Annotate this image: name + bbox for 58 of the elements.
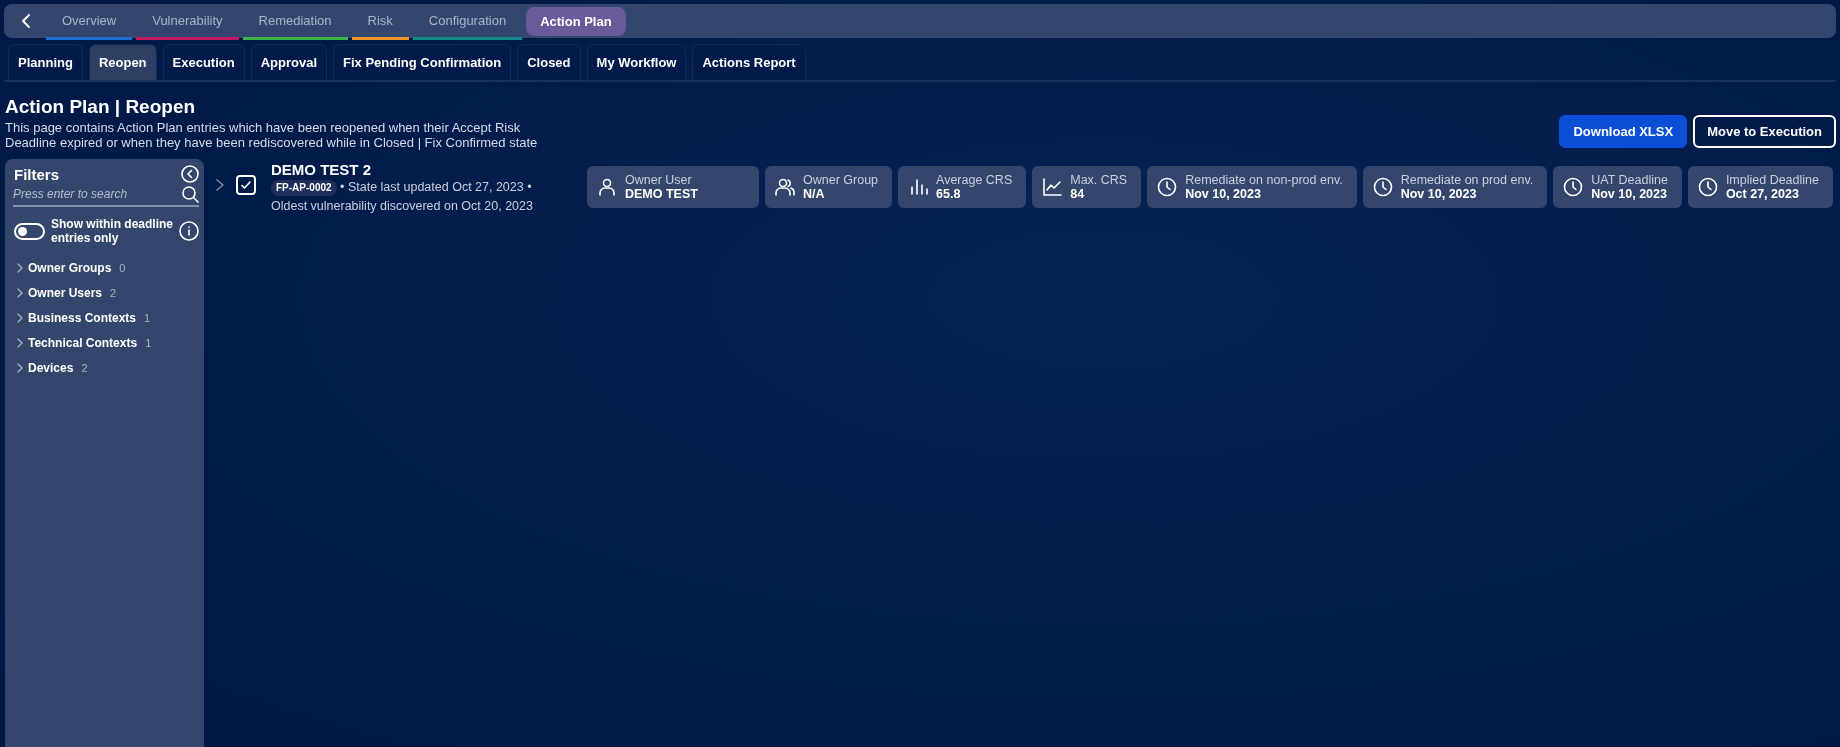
clock-icon [1563,177,1584,197]
stat-card: Implied Deadline Oct 27, 2023 [1687,166,1833,208]
chevron-icon [16,312,24,323]
stat-card: Average CRS 65.8 [898,166,1027,208]
stat-card: UAT Deadline Nov 10, 2023 [1553,166,1682,208]
search-icon[interactable] [182,185,199,203]
sub-tab[interactable]: Actions Report [692,44,806,80]
entry-id: FP-AP-0002 [271,180,337,196]
move-button[interactable]: Move to Execution [1693,115,1836,148]
toggle-label: Show within deadline entries only [51,217,173,245]
expand-chevron-icon[interactable] [214,178,226,192]
download-button[interactable]: Download XLSX [1559,115,1688,148]
sub-tab[interactable]: Reopen [88,44,157,80]
sub-tab[interactable]: Closed [517,44,581,80]
sub-tab[interactable]: Planning [8,44,83,80]
sub-tab[interactable]: Execution [162,44,245,80]
toggle-switch[interactable] [14,222,45,240]
users-icon [775,177,795,197]
chevron-icon [16,337,24,348]
sub-tab[interactable]: My Workflow [586,44,687,80]
nav-tab[interactable]: Risk [351,5,409,40]
stat-card: Max. CRS 84 [1032,166,1142,208]
stat-card: Remediate on prod env. Nov 10, 2023 [1362,166,1548,208]
chevron-icon [16,362,24,373]
clock-icon [1697,177,1718,197]
collapse-icon[interactable] [181,165,199,183]
check-icon [240,179,252,191]
clock-icon [1372,177,1393,197]
stat-card: Owner User DEMO TEST [587,166,759,208]
nav-tab[interactable]: Vulnerability [136,5,239,40]
filter-group[interactable]: Owner Groups 0 [16,255,126,280]
filter-group[interactable]: Business Contexts 1 [16,305,151,330]
nav-tab[interactable]: Overview [46,5,133,40]
sub-tab[interactable]: Fix Pending Confirmation [333,44,512,80]
line-chart-icon [1042,177,1063,197]
filter-group[interactable]: Owner Users 2 [16,280,117,305]
bar-chart-icon [908,177,929,197]
filters-title: Filters [14,165,59,183]
entry-checkbox[interactable] [236,175,256,195]
search-field[interactable]: Press enter to search [13,185,182,203]
filter-group[interactable]: Devices 2 [16,355,88,380]
info-icon[interactable] [179,221,199,241]
page-title: Action Plan | Reopen [5,96,197,118]
nav-tab[interactable]: Action Plan [526,6,626,36]
clock-icon [1157,177,1178,197]
entry-oldest-text: Oldest vulnerability discovered on Oct 20, 2023 [271,198,534,215]
chevron-icon [16,287,24,298]
nav-tab[interactable]: Remediation [242,5,348,40]
stat-card: Owner Group N/A [765,166,893,208]
chevron-icon [16,262,24,273]
entry-state-text: • State last updated Oct 27, 2023 • [340,180,532,194]
sub-tab[interactable]: Approval [250,44,328,80]
user-icon [597,177,617,197]
stat-card: Remediate on non-prod env. Nov 10, 2023 [1147,166,1357,208]
nav-tab[interactable]: Configuration [412,5,523,40]
filter-group[interactable]: Technical Contexts 1 [16,330,152,355]
entry-title: DEMO TEST 2 [271,161,372,178]
page-description: This page contains Action Plan entries which have been reopened when their Accept Risk Deadline expired or when they have been rediscovered while in Closed | Fix Confirmed state [5,120,539,150]
